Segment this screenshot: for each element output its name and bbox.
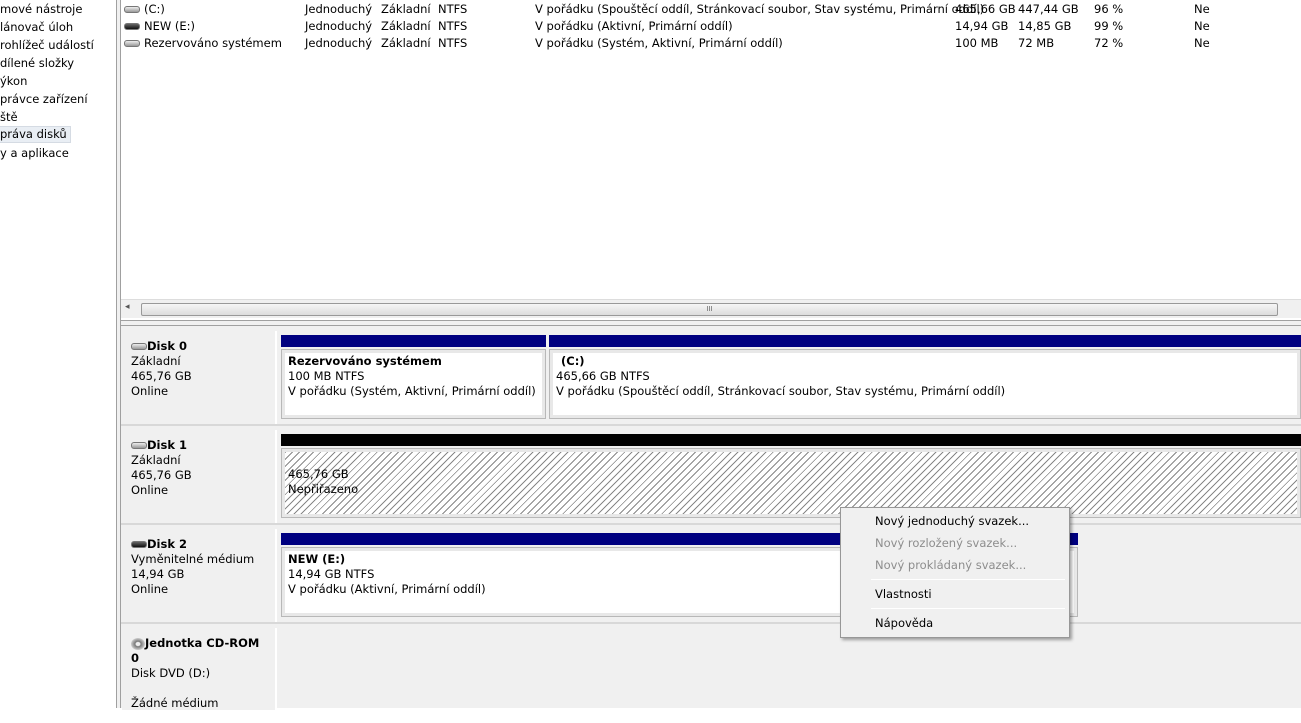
horizontal-scrollbar[interactable]: ◂ III bbox=[121, 299, 1301, 318]
partition-title: NEW (E:) bbox=[288, 552, 346, 566]
disk-row[interactable]: Disk 2 Vyměnitelné médium 14,94 GB Onlin… bbox=[121, 527, 1301, 624]
partition-bar bbox=[281, 335, 546, 347]
volume-capacity: 14,94 GB bbox=[955, 19, 1009, 33]
volume-capacity: 465,66 GB bbox=[955, 2, 1016, 16]
nav-item-storage[interactable]: ště bbox=[0, 109, 21, 126]
volume-type: Základní bbox=[381, 2, 431, 16]
partition-status: V pořádku (Spouštěcí oddíl, Stránkovací … bbox=[556, 384, 1006, 398]
menu-item-new-striped-volume: Nový prokládaný svazek... bbox=[875, 558, 1027, 572]
volume-list: (C:) Jednoduchý Základní NTFS V pořádku … bbox=[121, 0, 1301, 320]
hdd-icon bbox=[131, 343, 147, 350]
volume-row[interactable]: Rezervováno systémem Jednoduchý Základní… bbox=[121, 35, 1301, 52]
context-menu: Nový jednoduchý svazek... Nový rozložený… bbox=[840, 507, 1070, 638]
disk-graph-view: Disk 0 Základní 465,76 GB Online Rezervo… bbox=[121, 326, 1301, 710]
volume-free: 14,85 GB bbox=[1018, 19, 1072, 33]
scroll-left-arrow-icon[interactable]: ◂ bbox=[125, 302, 130, 312]
disk-type: Vyměnitelné médium bbox=[131, 552, 255, 566]
menu-separator bbox=[871, 579, 1065, 580]
menu-item-properties[interactable]: Vlastnosti bbox=[843, 583, 1067, 605]
volume-fault: Ne bbox=[1194, 36, 1210, 50]
partition-title: Rezervováno systémem bbox=[288, 354, 442, 368]
volume-free: 72 MB bbox=[1018, 36, 1055, 50]
volume-layout: Jednoduchý bbox=[305, 36, 373, 50]
volume-pct-free: 99 % bbox=[1094, 19, 1124, 33]
nav-item-system-tools[interactable]: mové nástroje bbox=[0, 1, 85, 18]
volume-row[interactable]: (C:) Jednoduchý Základní NTFS V pořádku … bbox=[121, 1, 1301, 18]
partition-title: (C:) bbox=[561, 354, 585, 368]
disk-state: Žádné médium bbox=[131, 696, 219, 710]
disk-label[interactable]: Jednotka CD-ROM 0 Disk DVD (D:) Žádné mé… bbox=[122, 628, 277, 710]
volume-fault: Ne bbox=[1194, 2, 1210, 16]
menu-item-help[interactable]: Nápověda bbox=[843, 612, 1067, 634]
partition-unallocated[interactable]: 465,76 GB Nepřiřazeno bbox=[281, 434, 1301, 518]
disk-size: 465,76 GB bbox=[131, 369, 192, 383]
volume-fs: NTFS bbox=[438, 2, 468, 16]
nav-item-disk-management[interactable]: práva disků bbox=[0, 126, 71, 143]
partition-c[interactable]: (C:) 465,66 GB NTFS V pořádku (Spouštěcí o… bbox=[549, 335, 1301, 419]
volume-name: NEW (E:) bbox=[144, 19, 196, 33]
disk-row[interactable]: Disk 1 Základní 465,76 GB Online 465,76 … bbox=[121, 428, 1301, 525]
nav-item-services-apps[interactable]: y a aplikace bbox=[0, 145, 72, 162]
volume-fs: NTFS bbox=[438, 19, 468, 33]
partition-bar bbox=[281, 434, 1301, 446]
nav-item-shared-folders[interactable]: dílené složky bbox=[0, 55, 77, 72]
disk-state: Online bbox=[131, 582, 169, 596]
volume-pct-free: 96 % bbox=[1094, 2, 1124, 16]
disk-label[interactable]: Disk 0 Základní 465,76 GB Online bbox=[122, 331, 277, 424]
disk-type: Základní bbox=[131, 354, 181, 368]
volume-fault: Ne bbox=[1194, 19, 1210, 33]
disk-size: 14,94 GB bbox=[131, 567, 185, 581]
volume-name: Rezervováno systémem bbox=[144, 36, 282, 50]
partition-size: 100 MB NTFS bbox=[288, 369, 365, 383]
disk-name: Jednotka CD-ROM 0 bbox=[131, 636, 260, 665]
partition-size: 465,66 GB NTFS bbox=[556, 369, 650, 383]
nav-item-task-scheduler[interactable]: lánovač úloh bbox=[0, 19, 76, 36]
disk-name: Disk 0 bbox=[147, 339, 187, 353]
volume-layout: Jednoduchý bbox=[305, 19, 373, 33]
hdd-icon bbox=[124, 40, 140, 47]
nav-item-event-viewer[interactable]: rohlížeč událostí bbox=[0, 37, 97, 54]
menu-item-new-simple-volume[interactable]: Nový jednoduchý svazek... bbox=[843, 510, 1067, 532]
partition-system-reserved[interactable]: Rezervováno systémem 100 MB NTFS V pořádku… bbox=[281, 335, 546, 419]
nav-item-device-manager[interactable]: právce zařízení bbox=[0, 91, 91, 108]
volume-status: V pořádku (Spouštěcí oddíl, Stránkovací … bbox=[535, 2, 985, 16]
disk-size: 465,76 GB bbox=[131, 468, 192, 482]
volume-fs: NTFS bbox=[438, 36, 468, 50]
volume-name: (C:) bbox=[144, 2, 165, 16]
partition-size: 465,76 GB bbox=[288, 467, 349, 481]
nav-item-performance[interactable]: ýkon bbox=[0, 73, 30, 90]
menu-item-new-spanned-volume: Nový rozložený svazek... bbox=[875, 536, 1018, 550]
partition-bar bbox=[549, 335, 1301, 347]
disk-state: Online bbox=[131, 384, 169, 398]
menu-separator bbox=[871, 608, 1065, 609]
volume-status: V pořádku (Aktivní, Primární oddíl) bbox=[535, 19, 733, 33]
volume-status: V pořádku (Systém, Aktivní, Primární odd… bbox=[535, 36, 783, 50]
volume-free: 447,44 GB bbox=[1018, 2, 1079, 16]
disk-name: Disk 2 bbox=[147, 537, 187, 551]
removable-drive-icon bbox=[124, 23, 140, 30]
scroll-grip: III bbox=[706, 305, 713, 313]
disk-type: Disk DVD (D:) bbox=[131, 666, 211, 680]
partition-status: V pořádku (Systém, Aktivní, Primární odd… bbox=[288, 384, 536, 398]
hdd-icon bbox=[131, 442, 147, 449]
scrollbar-thumb[interactable]: III bbox=[141, 303, 1278, 316]
navigation-tree[interactable]: mové nástroje lánovač úloh rohlížeč udál… bbox=[0, 0, 117, 708]
hdd-icon bbox=[124, 6, 140, 13]
volume-type: Základní bbox=[381, 36, 431, 50]
disk-label[interactable]: Disk 2 Vyměnitelné médium 14,94 GB Onlin… bbox=[122, 529, 277, 622]
volume-layout: Jednoduchý bbox=[305, 2, 373, 16]
disk-label[interactable]: Disk 1 Základní 465,76 GB Online bbox=[122, 430, 277, 523]
disk-name: Disk 1 bbox=[147, 438, 187, 452]
disk-row[interactable]: Disk 0 Základní 465,76 GB Online Rezervo… bbox=[121, 329, 1301, 426]
volume-row[interactable]: NEW (E:) Jednoduchý Základní NTFS V pořá… bbox=[121, 18, 1301, 35]
disk-state: Online bbox=[131, 483, 169, 497]
removable-drive-icon bbox=[131, 541, 147, 548]
volume-pct-free: 72 % bbox=[1094, 36, 1124, 50]
disk-type: Základní bbox=[131, 453, 181, 467]
volume-type: Základní bbox=[381, 19, 431, 33]
cdrom-icon bbox=[131, 637, 145, 650]
disk-row[interactable]: Jednotka CD-ROM 0 Disk DVD (D:) Žádné mé… bbox=[121, 626, 1301, 723]
volume-capacity: 100 MB bbox=[955, 36, 999, 50]
partition-status: Nepřiřazeno bbox=[288, 482, 359, 496]
